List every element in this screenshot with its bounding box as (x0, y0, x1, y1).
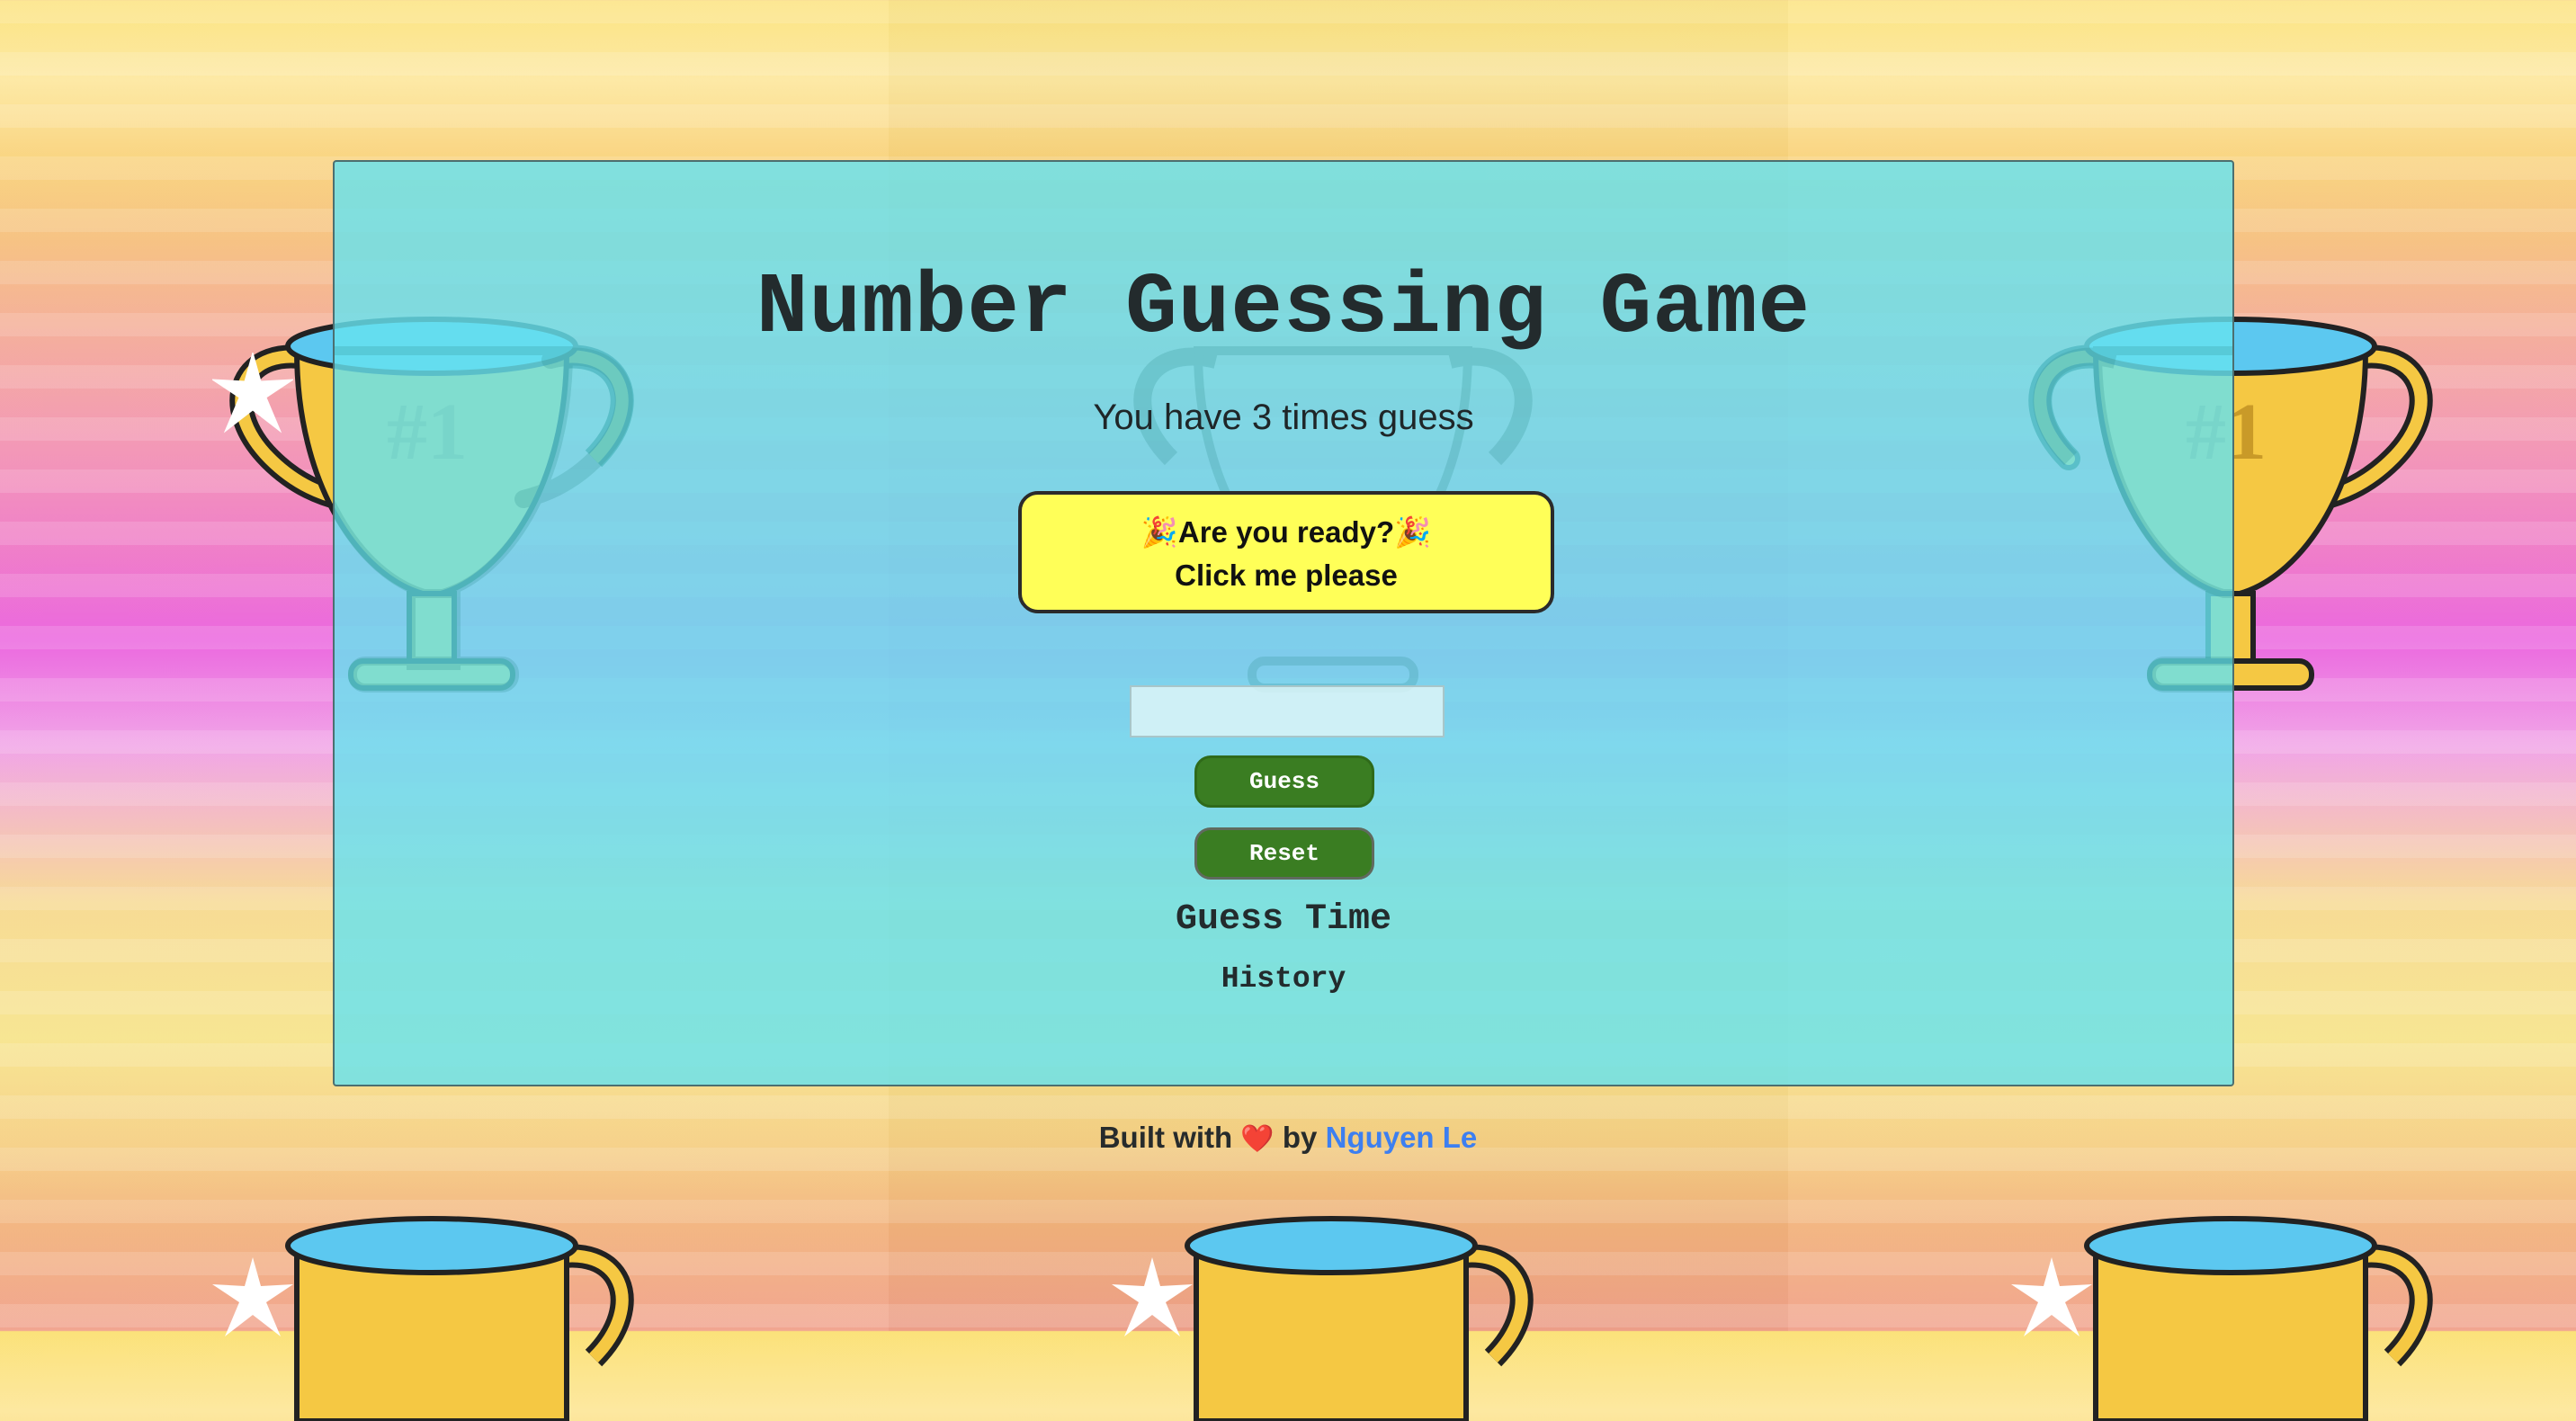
ready-button-line2: Click me please (1175, 559, 1398, 592)
guesses-remaining-text: You have 3 times guess (1093, 398, 1474, 437)
ready-button[interactable]: 🎉Are you ready?🎉 Click me please (1018, 491, 1554, 613)
page-title: Number Guessing Game (756, 259, 1811, 357)
sparkle-icon (2011, 1257, 2092, 1338)
sparkle-icon (212, 353, 293, 433)
sparkle-icon (212, 1257, 293, 1338)
guess-time-heading: Guess Time (1175, 899, 1392, 940)
footer-prefix: Built with (1098, 1121, 1233, 1154)
sparkle-icon (1112, 1257, 1193, 1338)
footer-by: by (1282, 1121, 1318, 1154)
game-panel: Number Guessing Game You have 3 times gu… (333, 160, 2234, 1086)
guess-button[interactable]: Guess (1194, 755, 1374, 808)
trophy-icon (2008, 306, 2232, 742)
footer: Built with ❤️ by Nguyen Le (0, 1121, 2576, 1155)
reset-button[interactable]: Reset (1194, 827, 1374, 880)
history-heading: History (1221, 962, 1346, 996)
trophy-icon (335, 306, 658, 742)
author-link[interactable]: Nguyen Le (1326, 1121, 1478, 1154)
ready-button-line1: 🎉Are you ready?🎉 (1140, 515, 1432, 549)
guess-input[interactable] (1130, 685, 1445, 737)
heart-icon: ❤️ (1240, 1124, 1275, 1154)
